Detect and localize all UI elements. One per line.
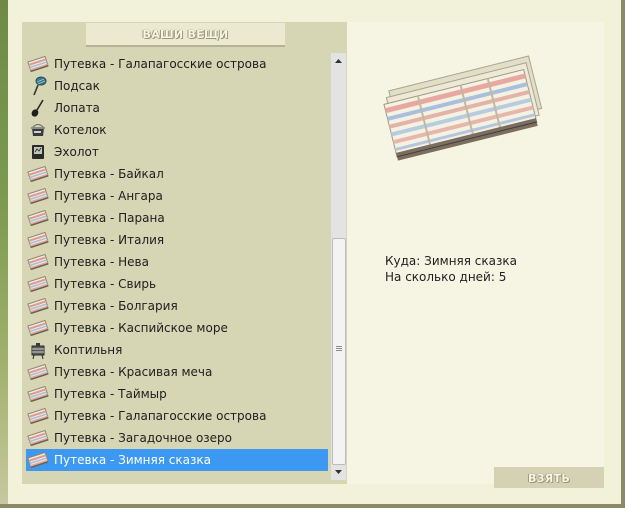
inventory-item[interactable]: Коптильня: [26, 339, 328, 361]
ticket-icon: [26, 163, 50, 185]
window-frame-right: [621, 0, 625, 508]
inventory-list[interactable]: Путевка - Галапагосские острова Подсак Лоп…: [26, 53, 328, 480]
ticket-icon: [26, 295, 50, 317]
ticket-icon: [26, 53, 50, 75]
inventory-item-label: Путевка - Красивая меча: [54, 365, 213, 379]
scroll-up-arrow[interactable]: [331, 54, 346, 68]
ticket-icon: [26, 185, 50, 207]
inventory-item[interactable]: Путевка - Парана: [26, 207, 328, 229]
inventory-title: ВАШИ ВЕЩИ: [142, 28, 229, 41]
ticket-icon: [26, 317, 50, 339]
ticket-icon: [26, 427, 50, 449]
inventory-item-label: Лопата: [54, 101, 100, 115]
take-button-label: ВЗЯТЬ: [527, 472, 571, 485]
ticket-icon: [26, 361, 50, 383]
ticket-icon: [26, 273, 50, 295]
ticket-icon: [26, 405, 50, 427]
inventory-item[interactable]: Путевка - Таймыр: [26, 383, 328, 405]
destination-row: Куда: Зимняя сказка: [385, 254, 517, 268]
smoker-icon: [26, 339, 50, 361]
inventory-item[interactable]: Подсак: [26, 75, 328, 97]
inventory-item[interactable]: Путевка - Ангара: [26, 185, 328, 207]
window-frame-bottom: [0, 504, 625, 508]
ticket-icon: [26, 449, 50, 471]
inventory-item[interactable]: Путевка - Италия: [26, 229, 328, 251]
inventory-item-label: Путевка - Загадочное озеро: [54, 431, 233, 445]
inventory-item-label: Путевка - Ангара: [54, 189, 163, 203]
inventory-item-label: Эхолот: [54, 145, 99, 159]
echo-sounder-icon: [26, 141, 50, 163]
window-frame-left: [0, 0, 8, 508]
scroll-thumb[interactable]: [332, 238, 346, 465]
ticket-icon: [26, 229, 50, 251]
destination-label: Куда:: [385, 254, 421, 268]
inventory-item[interactable]: Путевка - Загадочное озеро: [26, 427, 328, 449]
landing-net-icon: [26, 75, 50, 97]
inventory-item-label: Путевка - Свирь: [54, 277, 157, 291]
inventory-item-label: Путевка - Зимняя сказка: [54, 453, 211, 467]
ticket-icon: [26, 383, 50, 405]
take-button[interactable]: ВЗЯТЬ: [494, 467, 604, 488]
inventory-item-label: Котелок: [54, 123, 107, 137]
inventory-item-label: Путевка - Каспийское море: [54, 321, 228, 335]
inventory-item-label: Путевка - Байкал: [54, 167, 164, 181]
inventory-item-label: Путевка - Болгария: [54, 299, 178, 313]
inventory-item-label: Путевка - Италия: [54, 233, 165, 247]
inventory-item-label: Путевка - Парана: [54, 211, 165, 225]
inventory-header: ВАШИ ВЕЩИ: [86, 23, 285, 47]
inventory-item[interactable]: Путевка - Зимняя сказка: [26, 449, 328, 471]
days-row: На сколько дней: 5: [385, 270, 506, 284]
inventory-item[interactable]: Путевка - Болгария: [26, 295, 328, 317]
inventory-item-label: Подсак: [54, 79, 100, 93]
inventory-item[interactable]: Путевка - Байкал: [26, 163, 328, 185]
inventory-item-label: Путевка - Галапагосские острова: [54, 57, 267, 71]
arrow-down-icon: [335, 470, 342, 474]
inventory-item[interactable]: Путевка - Галапагосские острова: [26, 405, 328, 427]
ticket-stack-icon: [383, 55, 543, 161]
inventory-item[interactable]: Котелок: [26, 119, 328, 141]
shovel-icon: [26, 97, 50, 119]
inventory-item-label: Путевка - Таймыр: [54, 387, 167, 401]
inventory-item-label: Путевка - Нева: [54, 255, 149, 269]
inventory-item[interactable]: Лопата: [26, 97, 328, 119]
inventory-item[interactable]: Путевка - Галапагосские острова: [26, 53, 328, 75]
inventory-item[interactable]: Путевка - Красивая меча: [26, 361, 328, 383]
inventory-item-label: Коптильня: [54, 343, 123, 357]
inventory-item[interactable]: Путевка - Нева: [26, 251, 328, 273]
ticket-icon: [26, 251, 50, 273]
inventory-item-label: Путевка - Галапагосские острова: [54, 409, 267, 423]
destination-value: Зимняя сказка: [424, 254, 517, 268]
days-value: 5: [498, 270, 507, 284]
scroll-down-arrow[interactable]: [331, 465, 346, 479]
inventory-item[interactable]: Эхолот: [26, 141, 328, 163]
arrow-up-icon: [335, 59, 342, 63]
inventory-item[interactable]: Путевка - Свирь: [26, 273, 328, 295]
pot-icon: [26, 119, 50, 141]
inventory-scrollbar[interactable]: [331, 53, 346, 480]
ticket-icon: [26, 207, 50, 229]
days-label: На сколько дней:: [385, 270, 495, 284]
inventory-item[interactable]: Путевка - Каспийское море: [26, 317, 328, 339]
